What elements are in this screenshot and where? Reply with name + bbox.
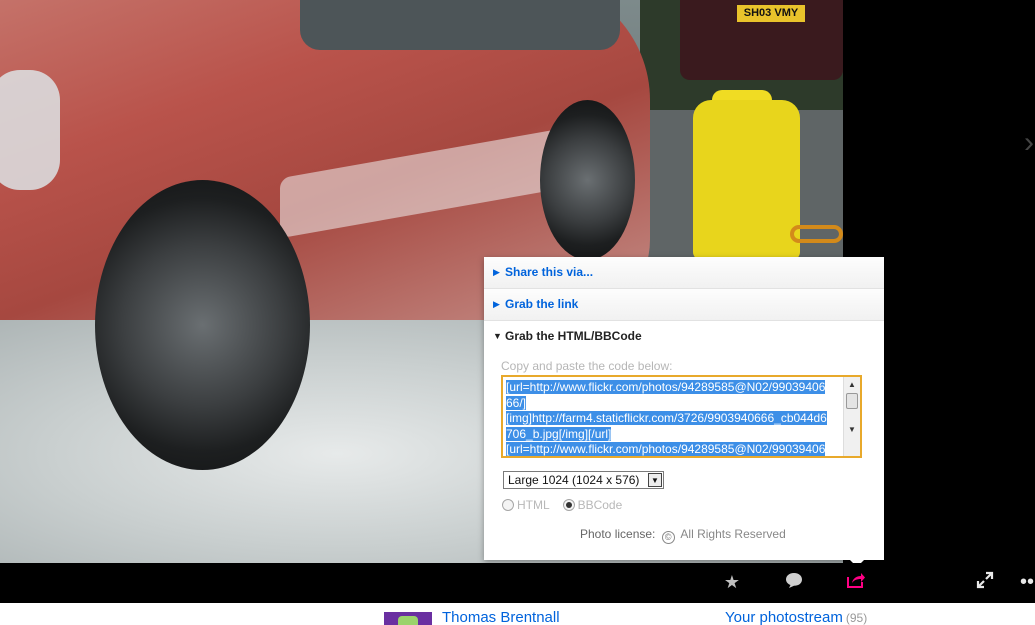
- format-radio-group: HTML BBCode: [502, 498, 622, 512]
- code-line: 66/]: [506, 395, 527, 410]
- grab-html-row[interactable]: ▼ Grab the HTML/BBCode: [484, 321, 884, 353]
- html-radio[interactable]: [502, 499, 514, 511]
- embed-code-textarea[interactable]: [url=http://www.flickr.com/photos/942895…: [501, 375, 862, 458]
- photostream-count: (95): [845, 611, 868, 625]
- image-size-value: Large 1024 (1024 x 576): [508, 473, 640, 487]
- copy-hint: Copy and paste the code below:: [501, 359, 673, 373]
- license-plate: SH03 VMY: [737, 5, 805, 22]
- photo-toolbar: ★ ••: [0, 563, 1035, 603]
- next-photo-arrow-icon[interactable]: ›: [1024, 128, 1035, 162]
- license-label: Photo license:: [580, 527, 656, 541]
- chevron-down-icon[interactable]: ▼: [648, 473, 662, 487]
- collapse-triangle-icon: ▼: [493, 331, 502, 341]
- fullscreen-icon[interactable]: [974, 571, 996, 593]
- grab-link-row[interactable]: ▶ Grab the link: [484, 289, 884, 321]
- html-radio-label: HTML: [517, 498, 550, 512]
- photostream-link[interactable]: Your photostream (95): [725, 609, 867, 625]
- image-size-select[interactable]: Large 1024 (1024 x 576) ▼: [503, 471, 664, 489]
- share-via-label: Share this via...: [505, 265, 594, 279]
- photo-hose: [790, 225, 843, 243]
- photo-headlight: [0, 70, 60, 190]
- avatar[interactable]: [384, 612, 432, 625]
- photo-pressure-washer: [693, 100, 800, 260]
- scroll-down-icon[interactable]: ▼: [845, 423, 859, 437]
- copyright-icon: ©: [661, 531, 675, 544]
- bbcode-radio-label: BBCode: [577, 498, 623, 512]
- embed-code-text: [url=http://www.flickr.com/photos/942895…: [506, 380, 843, 456]
- bbcode-radio[interactable]: [562, 499, 575, 511]
- owner-name-link[interactable]: Thomas Brentnall: [442, 609, 560, 625]
- share-icon[interactable]: [845, 571, 867, 593]
- photostream-label: Your photostream: [725, 609, 843, 625]
- scroll-up-icon[interactable]: ▲: [845, 378, 859, 392]
- code-line: 706_b.jpg[/img][/url]: [506, 426, 612, 441]
- comment-icon[interactable]: [783, 571, 805, 593]
- flickr-photo-page: SH03 VMY › ▶ Share this via... ▶ Grab th…: [0, 0, 1035, 625]
- code-scrollbar[interactable]: ▲ ▼: [843, 377, 860, 456]
- code-line: [url=http://www.flickr.com/photos/942895…: [506, 380, 826, 394]
- expand-triangle-icon: ▶: [493, 267, 500, 277]
- photo-license: Photo license: © All Rights Reserved: [580, 527, 786, 544]
- more-icon[interactable]: ••: [1016, 571, 1035, 593]
- license-value[interactable]: All Rights Reserved: [680, 527, 785, 541]
- grab-html-label: Grab the HTML/BBCode: [505, 329, 642, 343]
- grab-link-label: Grab the link: [505, 297, 579, 311]
- star-icon[interactable]: ★: [721, 571, 743, 593]
- photo-front-wheel: [95, 180, 310, 470]
- share-via-row[interactable]: ▶ Share this via...: [484, 257, 884, 289]
- scroll-thumb[interactable]: [846, 393, 858, 409]
- photo-footer: Thomas Brentnall Your photostream (95): [0, 603, 1035, 625]
- expand-triangle-icon: ▶: [493, 299, 500, 309]
- code-line: [img]http://farm4.staticflickr.com/3726/…: [506, 411, 827, 425]
- code-line: [url=http://www.flickr.com/photos/942895…: [506, 442, 826, 456]
- share-panel: ▶ Share this via... ▶ Grab the link ▼ Gr…: [484, 257, 884, 567]
- photo-car-window: [300, 0, 620, 50]
- photo-rear-wheel: [540, 100, 635, 260]
